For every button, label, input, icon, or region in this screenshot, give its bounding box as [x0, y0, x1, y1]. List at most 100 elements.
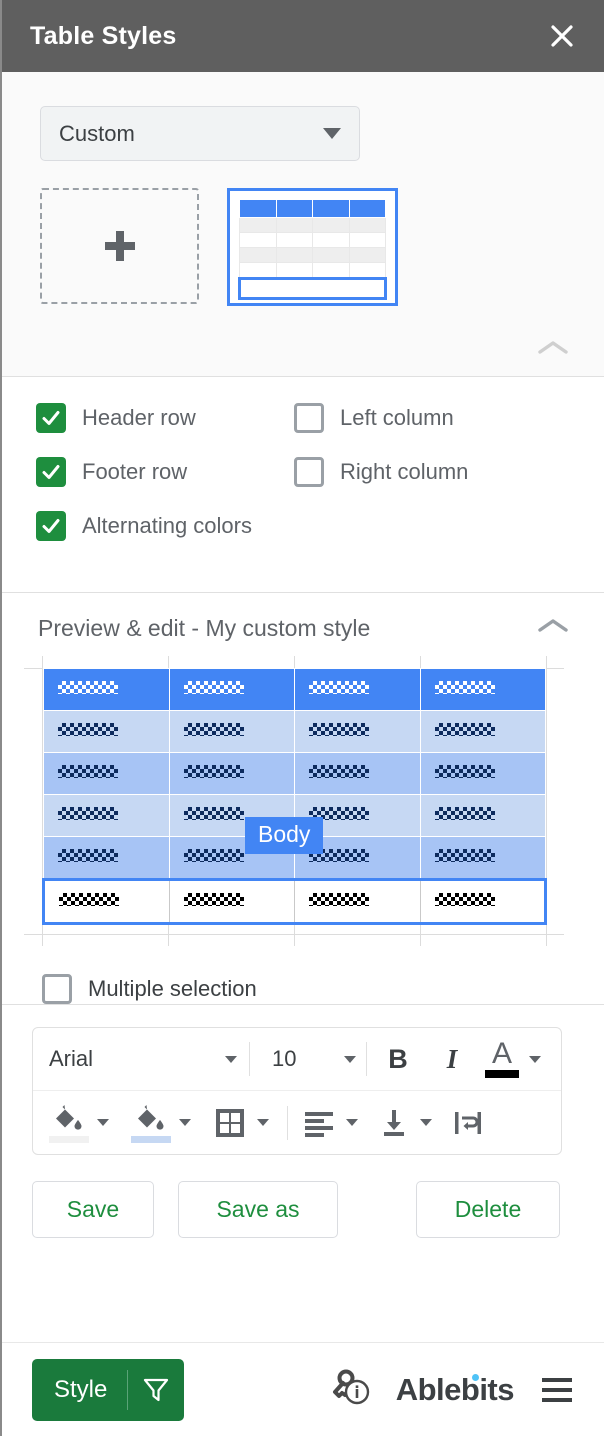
chevron-down-icon — [97, 1119, 109, 1126]
cell-placeholder — [434, 680, 495, 694]
table-row[interactable] — [43, 710, 546, 753]
option-label: Header row — [82, 405, 196, 430]
table-row-footer[interactable] — [42, 878, 547, 925]
footer-right: Ablebits — [330, 1365, 578, 1414]
font-color-swatch — [485, 1070, 519, 1078]
cell-placeholder — [58, 764, 118, 778]
style-thumbnails — [40, 188, 604, 306]
cell-placeholder — [183, 848, 244, 862]
option-right-column[interactable]: Right column — [294, 457, 468, 487]
bold-button[interactable]: B — [371, 1036, 425, 1082]
cell-placeholder — [309, 680, 369, 694]
borders-button[interactable] — [213, 1106, 269, 1140]
checkbox-multiple-selection-icon[interactable] — [42, 974, 72, 1004]
vertical-align-icon — [384, 1109, 404, 1136]
multiple-selection-option[interactable]: Multiple selection — [42, 974, 604, 1004]
font-size-value: 10 — [272, 1046, 297, 1071]
options-row-3: Alternating colors — [36, 511, 604, 541]
funnel-icon[interactable] — [128, 1376, 184, 1404]
options-row-2: Footer row Right column — [36, 457, 604, 487]
table-row-header[interactable] — [43, 668, 546, 711]
key-info-icon[interactable] — [330, 1365, 374, 1414]
delete-button[interactable]: Delete — [416, 1181, 560, 1238]
borders-icon — [216, 1108, 244, 1137]
cell-placeholder — [183, 806, 244, 820]
style-category-select[interactable]: Custom — [40, 106, 360, 161]
save-button[interactable]: Save — [32, 1181, 154, 1238]
preview-collapse-chevron-up-icon[interactable] — [536, 616, 570, 641]
cell-placeholder — [434, 848, 495, 862]
font-family-select[interactable]: Arial — [49, 1046, 245, 1072]
close-icon[interactable] — [542, 16, 582, 56]
cell-placeholder — [434, 806, 495, 820]
checkbox-alternating-colors-icon[interactable] — [36, 511, 66, 541]
panel-footer: Style Ablebits — [2, 1342, 604, 1436]
cell-placeholder — [58, 806, 118, 820]
checkbox-footer-row-icon[interactable] — [36, 457, 66, 487]
format-toolbar-row-cell — [33, 1091, 561, 1154]
hamburger-menu-icon[interactable] — [536, 1372, 578, 1408]
cell-placeholder — [183, 892, 244, 906]
format-toolbar-row-font: Arial 10 B I A — [33, 1028, 561, 1091]
chevron-down-icon — [420, 1119, 432, 1126]
cell-placeholder — [58, 722, 118, 736]
font-size-select[interactable]: 10 — [254, 1046, 362, 1072]
gallery-collapse-chevron-up-icon[interactable] — [536, 338, 570, 358]
style-button[interactable]: Style — [32, 1358, 185, 1421]
brand-dot-icon — [472, 1373, 479, 1381]
preview-grid — [24, 656, 564, 946]
option-alternating-colors[interactable]: Alternating colors — [36, 511, 294, 541]
preview-header: Preview & edit - My custom style — [2, 593, 604, 642]
fill-color-swatch — [49, 1135, 89, 1143]
option-header-row[interactable]: Header row — [36, 403, 294, 433]
style-thumbnail-preview — [238, 199, 387, 300]
alternating-fill-color-icon — [131, 1103, 171, 1143]
font-color-button[interactable]: A — [485, 1039, 541, 1078]
chevron-down-icon — [344, 1055, 356, 1063]
cell-placeholder — [309, 892, 369, 906]
plus-icon — [104, 231, 135, 261]
style-button-label: Style — [54, 1375, 108, 1403]
style-category-value: Custom — [59, 120, 135, 146]
chevron-down-icon — [529, 1055, 541, 1063]
horizontal-align-button[interactable] — [302, 1108, 358, 1138]
fill-color-icon — [49, 1103, 89, 1143]
table-row[interactable] — [43, 752, 546, 795]
checkbox-left-column-icon[interactable] — [294, 403, 324, 433]
text-wrap-button[interactable] — [452, 1107, 484, 1139]
panel-title: Table Styles — [30, 21, 177, 50]
fill-color-button[interactable] — [49, 1103, 109, 1143]
preview-table[interactable] — [42, 668, 547, 925]
alternating-fill-color-button[interactable] — [131, 1103, 191, 1143]
cell-placeholder — [59, 892, 119, 906]
style-gallery: Custom — [2, 72, 604, 377]
selected-region-badge: Body — [245, 817, 324, 854]
panel-titlebar: Table Styles — [2, 0, 604, 72]
divider — [287, 1105, 288, 1140]
divider — [366, 1042, 367, 1076]
option-label: Right column — [340, 459, 469, 484]
multiple-selection-label: Multiple selection — [88, 976, 257, 1001]
checkbox-right-column-icon[interactable] — [294, 457, 324, 487]
action-buttons: Save Save as Delete — [2, 1155, 604, 1238]
cell-placeholder — [58, 680, 118, 694]
add-new-style-button[interactable] — [40, 188, 199, 304]
font-family-value: Arial — [49, 1046, 94, 1071]
chevron-down-icon — [179, 1119, 191, 1126]
style-thumbnail-custom[interactable] — [227, 188, 398, 306]
option-left-column[interactable]: Left column — [294, 403, 454, 433]
chevron-down-icon — [225, 1055, 237, 1063]
option-footer-row[interactable]: Footer row — [36, 457, 294, 487]
divider — [249, 1042, 250, 1076]
font-color-icon: A — [485, 1039, 519, 1078]
cell-placeholder — [309, 722, 369, 736]
save-as-button[interactable]: Save as — [178, 1181, 338, 1238]
format-toolbar: Arial 10 B I A — [32, 1027, 562, 1155]
cell-placeholder — [183, 680, 244, 694]
vertical-align-button[interactable] — [378, 1107, 432, 1139]
checkbox-header-row-icon[interactable] — [36, 403, 66, 433]
italic-button[interactable]: I — [425, 1036, 479, 1082]
cell-placeholder — [58, 848, 118, 862]
option-label: Alternating colors — [82, 513, 252, 538]
table-element-options: Header row Left column Footer row Right … — [2, 377, 604, 593]
